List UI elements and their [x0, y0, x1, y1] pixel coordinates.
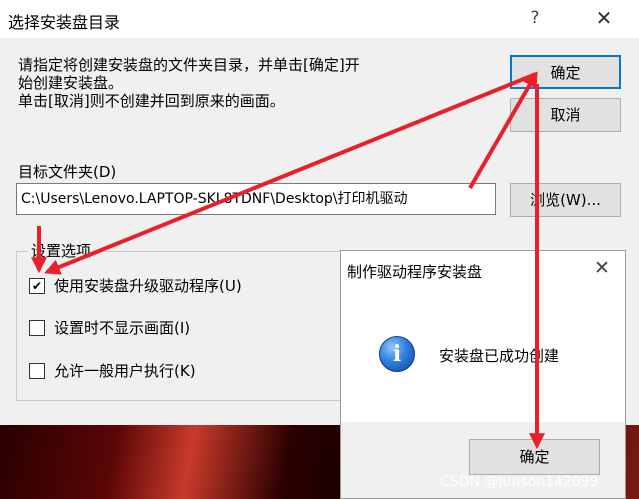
popup-title-bar: 制作驱动程序安装盘 ✕ [341, 251, 625, 287]
popup-title: 制作驱动程序安装盘 [347, 263, 483, 281]
main-ok-button[interactable]: 确定 [510, 55, 621, 89]
success-popup: 制作驱动程序安装盘 ✕ i 安装盘已成功创建 确定 [340, 250, 626, 499]
popup-ok-button[interactable]: 确定 [469, 439, 600, 475]
main-cancel-button[interactable]: 取消 [510, 98, 621, 132]
csdn-watermark: CSDN @Junson142099 [440, 474, 599, 490]
target-folder-input[interactable]: C:\Users\Lenovo.LAPTOP-SKL8TDNF\Desktop\… [16, 183, 496, 215]
options-group-title: 设置选项 [28, 240, 95, 261]
option-label: 设置时不显示画面(I) [54, 319, 191, 337]
instruction-text: 请指定将创建安装盘的文件夹目录，并单击[确定]开 始创建安装盘。 单击[取消]则… [18, 56, 360, 110]
checkbox-upgrade-driver[interactable]: ✔ [29, 277, 45, 294]
main-dialog-title: 选择安装盘目录 [8, 13, 121, 32]
option-allow-users[interactable]: 允许一般用户执行(K) [29, 360, 196, 381]
checkbox-hide-screen[interactable] [29, 319, 45, 336]
info-icon: i [379, 336, 415, 372]
main-close-button[interactable]: ✕ [592, 6, 616, 30]
checkbox-allow-users[interactable] [29, 362, 45, 379]
option-label: 允许一般用户执行(K) [54, 362, 196, 380]
main-title-bar: 选择安装盘目录 ? ✕ [0, 0, 639, 38]
popup-message: 安装盘已成功创建 [439, 347, 560, 365]
target-folder-label: 目标文件夹(D) [18, 163, 117, 181]
option-label: 使用安装盘升级驱动程序(U) [54, 277, 242, 295]
option-upgrade-driver[interactable]: ✔ 使用安装盘升级驱动程序(U) [29, 275, 242, 296]
browse-button[interactable]: 浏览(W)... [510, 183, 621, 217]
help-button[interactable]: ? [525, 8, 545, 28]
popup-close-button[interactable]: ✕ [591, 257, 613, 279]
option-hide-screen[interactable]: 设置时不显示画面(I) [29, 317, 190, 338]
